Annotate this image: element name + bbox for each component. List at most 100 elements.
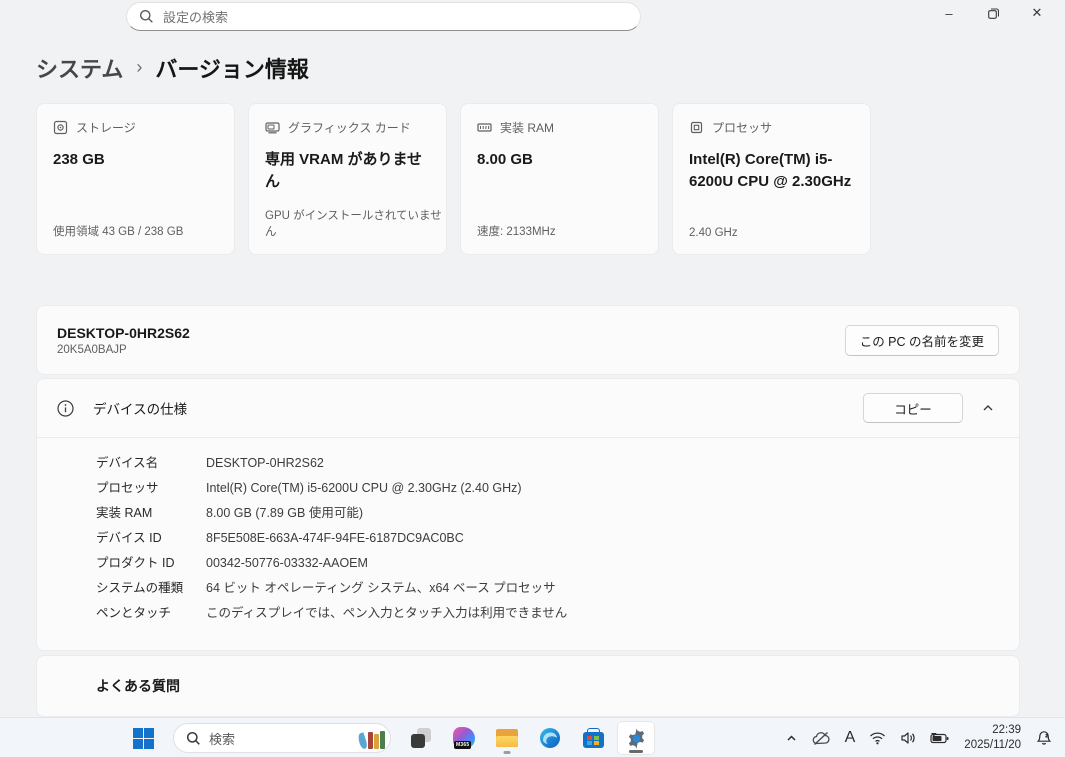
taskbar-search-placeholder: 検索 — [209, 729, 235, 748]
onedrive-offline-icon[interactable] — [807, 722, 836, 754]
cpu-icon — [689, 120, 704, 135]
task-view-button[interactable] — [402, 721, 440, 755]
clock-time: 22:39 — [964, 723, 1021, 738]
wifi-icon[interactable] — [864, 722, 891, 754]
ime-mode-indicator[interactable]: A — [840, 722, 861, 754]
volume-icon[interactable] — [895, 722, 921, 754]
running-indicator — [504, 751, 511, 754]
edge-button[interactable] — [531, 721, 569, 755]
spec-row: ペンとタッチ このディスプレイでは、ペン入力とタッチ入力は利用できません — [96, 601, 999, 626]
breadcrumb-system[interactable]: システム — [36, 52, 123, 84]
file-explorer-icon — [496, 729, 518, 747]
card-footer: GPU がインストールされていません — [265, 207, 446, 239]
start-button[interactable] — [124, 721, 162, 755]
notification-bell-icon[interactable] — [1031, 722, 1057, 754]
minimize-button[interactable]: – — [927, 0, 971, 26]
graphics-card: グラフィックス カード 専用 VRAM がありません GPU がインストールされ… — [248, 103, 447, 255]
card-label: ストレージ — [76, 119, 136, 136]
card-value: Intel(R) Core(TM) i5-6200U CPU @ 2.30GHz — [689, 149, 854, 193]
ram-icon — [477, 120, 492, 135]
spec-value: 8F5E508E-663A-474F-94FE-6187DC9AC0BC — [206, 526, 464, 551]
settings-gear-icon — [625, 727, 648, 750]
running-indicator — [629, 750, 643, 753]
spec-value: 00342-50776-03332-AAOEM — [206, 551, 368, 576]
titlebar: 設定の検索 – ✕ — [0, 0, 1065, 34]
card-value: 8.00 GB — [477, 149, 642, 171]
search-icon — [139, 9, 154, 24]
edge-icon — [539, 727, 561, 749]
close-button[interactable]: ✕ — [1015, 0, 1059, 26]
spec-label: ペンとタッチ — [96, 601, 206, 626]
spec-label: プロダクト ID — [96, 551, 206, 576]
spec-value: Intel(R) Core(TM) i5-6200U CPU @ 2.30GHz… — [206, 476, 522, 501]
breadcrumb-separator-icon: › — [136, 57, 142, 78]
spec-label: デバイス ID — [96, 526, 206, 551]
caption-buttons: – ✕ — [927, 0, 1059, 26]
microsoft-store-icon — [583, 728, 604, 748]
tray-chevron-up-icon[interactable] — [780, 722, 803, 754]
spec-value: DESKTOP-0HR2S62 — [206, 451, 324, 476]
clock[interactable]: 22:39 2025/11/20 — [958, 723, 1027, 753]
settings-search-input[interactable]: 設定の検索 — [126, 2, 641, 31]
device-specs-title: デバイスの仕様 — [93, 398, 187, 418]
card-value: 238 GB — [53, 149, 218, 171]
card-footer: 2.40 GHz — [689, 227, 738, 239]
spec-row: プロセッサ Intel(R) Core(TM) i5-6200U CPU @ 2… — [96, 476, 999, 501]
storage-icon — [53, 120, 68, 135]
ram-card: 実装 RAM 8.00 GB 速度: 2133MHz — [460, 103, 659, 255]
spec-row: システムの種類 64 ビット オペレーティング システム、x64 ベース プロセ… — [96, 576, 999, 601]
device-specs-table: デバイス名 DESKTOP-0HR2S62 プロセッサ Intel(R) Cor… — [37, 438, 1019, 626]
m365-copilot-button[interactable]: M365 — [445, 721, 483, 755]
rename-pc-button[interactable]: この PC の名前を変更 — [845, 325, 999, 356]
card-value: 専用 VRAM がありません — [265, 149, 430, 193]
spec-value: このディスプレイでは、ペン入力とタッチ入力は利用できません — [206, 601, 567, 626]
spec-label: 実装 RAM — [96, 501, 206, 526]
card-label: グラフィックス カード — [288, 119, 411, 136]
spec-row: デバイス ID 8F5E508E-663A-474F-94FE-6187DC9A… — [96, 526, 999, 551]
device-specs-expander-header[interactable]: デバイスの仕様 コピー — [37, 379, 1019, 437]
clock-date: 2025/11/20 — [964, 738, 1021, 753]
copy-button[interactable]: コピー — [863, 393, 963, 423]
spec-row: デバイス名 DESKTOP-0HR2S62 — [96, 451, 999, 476]
system-tray: A — [780, 718, 1057, 757]
ime-mode-label: A — [845, 729, 856, 747]
taskbar-center: 検索 M365 — [124, 718, 655, 757]
spec-row: 実装 RAM 8.00 GB (7.89 GB 使用可能) — [96, 501, 999, 526]
device-name-panel: DESKTOP-0HR2S62 20K5A0BAJP この PC の名前を変更 — [36, 305, 1020, 375]
task-view-icon — [411, 728, 431, 748]
spec-label: デバイス名 — [96, 451, 206, 476]
storage-card: ストレージ 238 GB 使用領域 43 GB / 238 GB — [36, 103, 235, 255]
processor-card: プロセッサ Intel(R) Core(TM) i5-6200U CPU @ 2… — [672, 103, 871, 255]
card-label: プロセッサ — [712, 119, 772, 136]
info-icon — [57, 400, 74, 417]
spec-value: 8.00 GB (7.89 GB 使用可能) — [206, 501, 363, 526]
search-highlight-doodle-icon — [359, 727, 385, 749]
card-label: 実装 RAM — [500, 119, 554, 136]
taskbar: 検索 M365 — [0, 717, 1065, 757]
taskbar-search[interactable]: 検索 — [173, 723, 391, 753]
device-model: 20K5A0BAJP — [57, 344, 190, 356]
spec-row: プロダクト ID 00342-50776-03332-AAOEM — [96, 551, 999, 576]
card-footer: 使用領域 43 GB / 238 GB — [53, 223, 183, 239]
spec-label: プロセッサ — [96, 476, 206, 501]
settings-button[interactable] — [617, 721, 655, 755]
windows-logo-icon — [133, 728, 154, 749]
chevron-up-icon[interactable] — [981, 401, 995, 415]
spec-label: システムの種類 — [96, 576, 206, 601]
device-name: DESKTOP-0HR2S62 — [57, 325, 190, 341]
faq-panel[interactable]: よくある質問 — [36, 655, 1020, 717]
file-explorer-button[interactable] — [488, 721, 526, 755]
page-title: バージョン情報 — [155, 52, 309, 84]
faq-title: よくある質問 — [96, 676, 180, 696]
device-name-block: DESKTOP-0HR2S62 20K5A0BAJP — [57, 325, 190, 356]
m365-copilot-icon: M365 — [453, 727, 475, 749]
summary-cards: ストレージ 238 GB 使用領域 43 GB / 238 GB グラフィックス… — [36, 103, 871, 255]
microsoft-store-button[interactable] — [574, 721, 612, 755]
restore-button[interactable] — [971, 0, 1015, 26]
breadcrumb: システム › バージョン情報 — [36, 52, 309, 84]
battery-charging-icon[interactable] — [925, 722, 954, 754]
settings-search-placeholder: 設定の検索 — [163, 7, 228, 26]
graphics-card-icon — [265, 120, 280, 135]
search-icon — [186, 731, 201, 746]
device-specs-panel: デバイスの仕様 コピー デバイス名 DESKTOP-0HR2S62 プロセッサ … — [36, 378, 1020, 651]
